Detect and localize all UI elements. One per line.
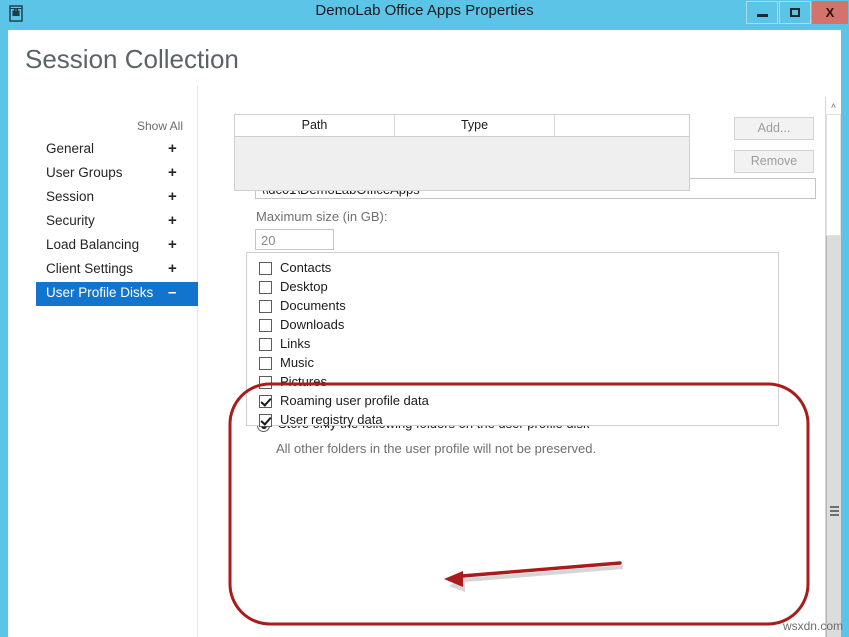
close-icon: X xyxy=(826,6,835,19)
sidebar-item-client-settings[interactable]: Client Settings + xyxy=(8,258,198,282)
folder-label: Roaming user profile data xyxy=(280,393,429,408)
minimize-icon xyxy=(757,14,768,17)
remove-button[interactable]: Remove xyxy=(734,150,814,173)
show-all-link[interactable]: Show All xyxy=(137,119,183,133)
watermark: wsxdn.com xyxy=(783,619,843,633)
folder-checkbox[interactable] xyxy=(259,281,272,294)
window-title: DemoLab Office Apps Properties xyxy=(0,2,849,19)
client-area: Session Collection Show All General + Us… xyxy=(8,30,841,637)
expand-plus-icon: + xyxy=(168,188,177,206)
folder-item-user-registry-data[interactable]: User registry data xyxy=(247,411,778,430)
sidebar-item-security[interactable]: Security + xyxy=(8,210,198,234)
folder-item-desktop[interactable]: Desktop xyxy=(247,278,778,297)
expand-plus-icon: + xyxy=(168,236,177,254)
folder-checkbox[interactable] xyxy=(259,300,272,313)
column-header-path[interactable]: Path xyxy=(235,115,395,136)
close-button[interactable]: X xyxy=(812,1,848,24)
nav-label: User Profile Disks xyxy=(46,285,153,300)
folder-item-downloads[interactable]: Downloads xyxy=(247,316,778,335)
folder-label: Pictures xyxy=(280,374,327,389)
expand-plus-icon: + xyxy=(168,140,177,158)
scrollbar-thumb[interactable] xyxy=(826,114,841,236)
folder-item-pictures[interactable]: Pictures xyxy=(247,373,778,392)
folder-item-documents[interactable]: Documents xyxy=(247,297,778,316)
exclude-folders-grid[interactable]: Path Type xyxy=(234,114,690,191)
sidebar-item-general[interactable]: General + xyxy=(8,138,198,162)
folder-checkbox[interactable] xyxy=(259,357,272,370)
expand-plus-icon: + xyxy=(168,212,177,230)
store-only-note: All other folders in the user profile wi… xyxy=(276,441,596,456)
maximum-size-input[interactable]: 20 xyxy=(255,229,334,250)
sidebar-item-session[interactable]: Session + xyxy=(8,186,198,210)
properties-window: DemoLab Office Apps Properties X Session… xyxy=(0,0,849,637)
folder-checkbox[interactable] xyxy=(259,338,272,351)
folder-checkbox[interactable] xyxy=(259,376,272,389)
nav-label: Load Balancing xyxy=(46,237,139,252)
sidebar-item-user-groups[interactable]: User Groups + xyxy=(8,162,198,186)
column-header-type[interactable]: Type xyxy=(395,115,555,136)
folder-checkbox[interactable] xyxy=(259,395,272,408)
folder-label: Downloads xyxy=(280,317,344,332)
folder-label: User registry data xyxy=(280,412,383,427)
folder-item-contacts[interactable]: Contacts xyxy=(247,259,778,278)
nav-label: Client Settings xyxy=(46,261,133,276)
expand-plus-icon: + xyxy=(168,164,177,182)
folder-label: Links xyxy=(280,336,310,351)
sidebar-item-user-profile-disks[interactable]: User Profile Disks – xyxy=(36,282,198,306)
collapse-minus-icon: – xyxy=(168,284,176,302)
maximize-icon xyxy=(790,8,800,17)
nav-label: Session xyxy=(46,189,94,204)
folder-label: Documents xyxy=(280,298,346,313)
folder-checkbox[interactable] xyxy=(259,262,272,275)
folder-item-roaming-user-profile-data[interactable]: Roaming user profile data xyxy=(247,392,778,411)
add-button[interactable]: Add... xyxy=(734,117,814,140)
minimize-button[interactable] xyxy=(746,1,778,24)
nav-label: General xyxy=(46,141,94,156)
expand-plus-icon: + xyxy=(168,260,177,278)
folder-item-music[interactable]: Music xyxy=(247,354,778,373)
folder-checkbox[interactable] xyxy=(259,414,272,427)
maximize-button[interactable] xyxy=(779,1,811,24)
vertical-scrollbar[interactable]: ˄ xyxy=(825,97,841,637)
nav-label: User Groups xyxy=(46,165,123,180)
scrollbar-track[interactable] xyxy=(826,236,841,637)
folder-label: Contacts xyxy=(280,260,331,275)
nav-label: Security xyxy=(46,213,95,228)
scrollbar-grip-icon[interactable] xyxy=(830,506,839,516)
page-title: Session Collection xyxy=(25,44,239,75)
folders-listbox[interactable]: Contacts Desktop Documents Downloads Lin… xyxy=(246,252,779,426)
title-bar: DemoLab Office Apps Properties X xyxy=(0,0,849,30)
scroll-up-arrow-icon[interactable]: ˄ xyxy=(826,97,841,114)
exclude-grid-header: Path Type xyxy=(235,115,689,137)
sidebar-item-load-balancing[interactable]: Load Balancing + xyxy=(8,234,198,258)
folder-label: Desktop xyxy=(280,279,328,294)
folder-checkbox[interactable] xyxy=(259,319,272,332)
column-header-blank[interactable] xyxy=(555,115,689,136)
folder-item-links[interactable]: Links xyxy=(247,335,778,354)
maximum-size-label: Maximum size (in GB): xyxy=(256,209,387,224)
upd-settings-pane: Enable user profile disks Location: \\dc… xyxy=(199,86,841,637)
nav-list: General + User Groups + Session + Securi… xyxy=(8,138,198,306)
folder-label: Music xyxy=(280,355,314,370)
settings-nav: Show All General + User Groups + Session… xyxy=(8,86,198,637)
